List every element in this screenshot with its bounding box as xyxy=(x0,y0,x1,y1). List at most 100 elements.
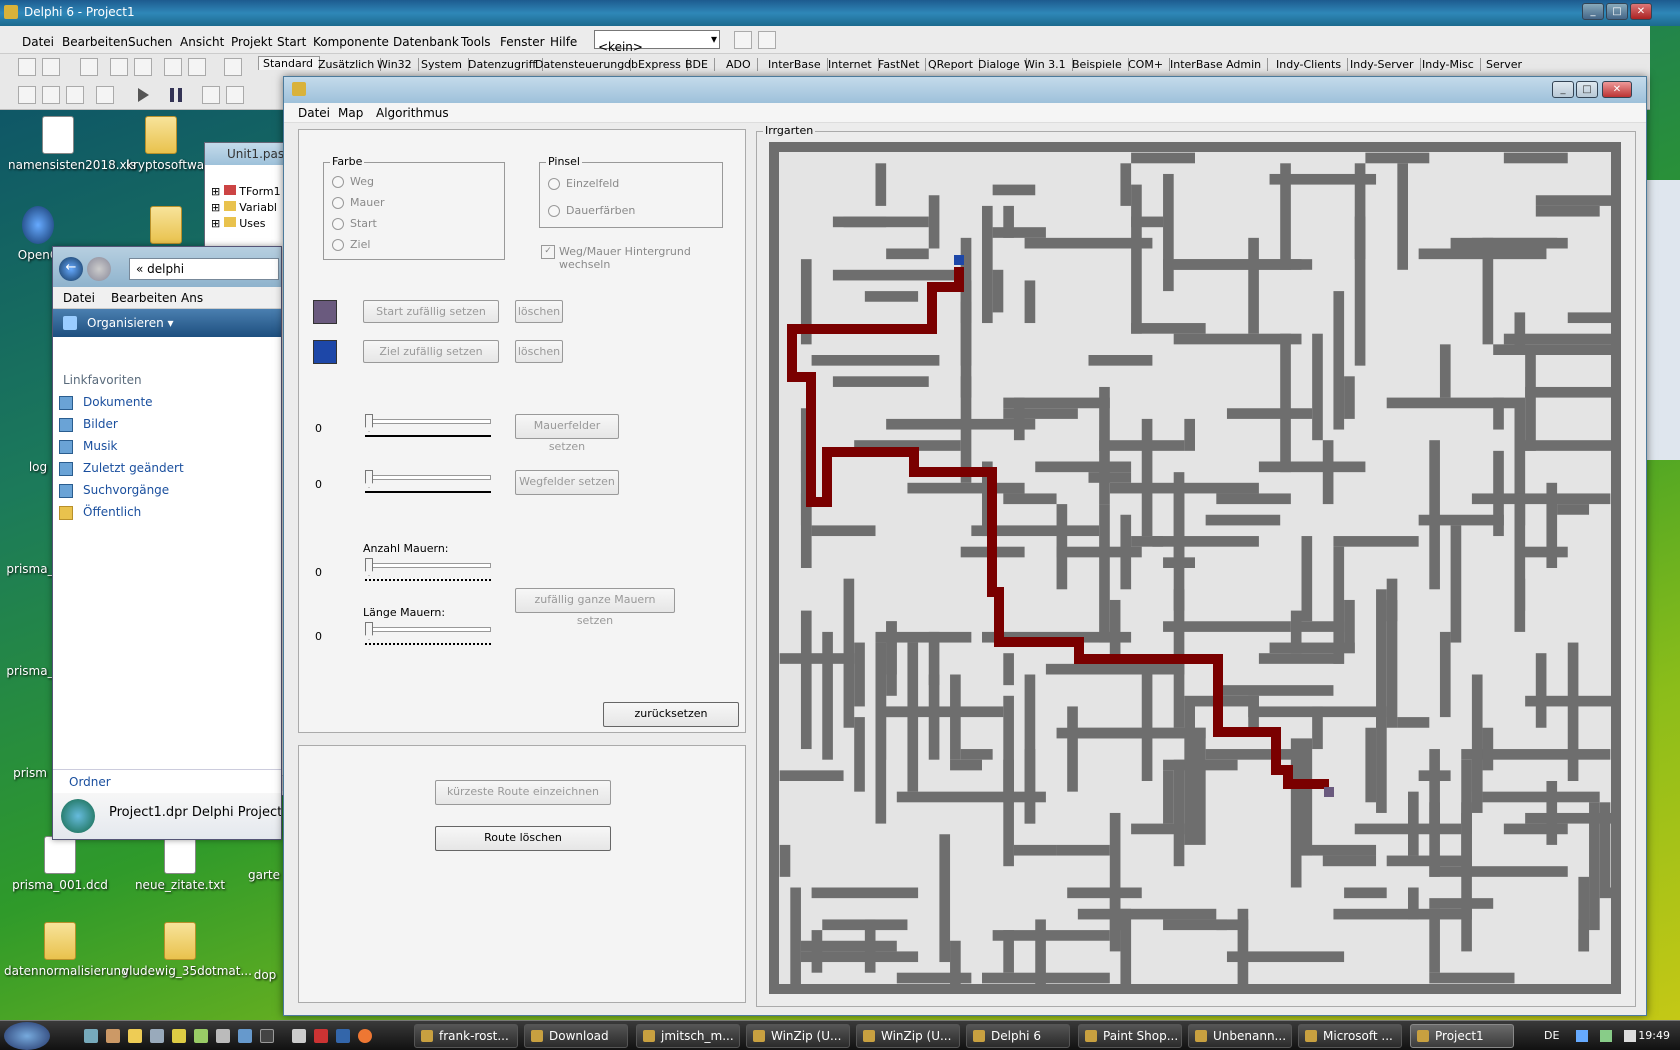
ziel-delete-button[interactable]: löschen xyxy=(515,340,563,363)
new-icon[interactable] xyxy=(18,58,36,76)
maximize-button[interactable]: □ xyxy=(1606,3,1628,20)
menu-bearbeiten[interactable]: Bearbeiten xyxy=(62,35,128,49)
start-random-button[interactable]: Start zufällig setzen xyxy=(363,300,499,323)
taskbar-item-frank[interactable]: frank-rost... xyxy=(414,1024,518,1048)
remove-file-icon[interactable] xyxy=(188,58,206,76)
anzahl-trackbar[interactable] xyxy=(363,558,493,582)
tray-icons[interactable] xyxy=(1576,1030,1636,1042)
desktop-icon-prisma2[interactable]: prisma_ xyxy=(0,664,60,678)
route-delete-button[interactable]: Route löschen xyxy=(435,826,611,851)
taskbar-item-winzip1[interactable]: WinZip (U... xyxy=(746,1024,850,1048)
align2-icon[interactable] xyxy=(758,31,776,49)
link-suchvorgaenge[interactable]: Suchvorgänge xyxy=(59,483,209,498)
tab-dbexpress[interactable]: dbExpress xyxy=(620,58,688,71)
radio-dauerfaerben[interactable]: Dauerfärben xyxy=(548,204,635,217)
radio-weg[interactable]: Weg xyxy=(332,175,374,188)
desktop-icon-zitate[interactable]: neue_zitate.txt xyxy=(130,836,230,892)
taskbar-item-project1[interactable]: Project1 xyxy=(1410,1024,1514,1048)
tab-indy-misc[interactable]: Indy-Misc xyxy=(1418,58,1481,71)
desktop-icon-garte[interactable]: garte xyxy=(244,868,284,882)
language-indicator[interactable]: DE xyxy=(1544,1029,1559,1042)
link-oeffentlich[interactable]: Öffentlich xyxy=(59,505,209,520)
open-icon[interactable] xyxy=(42,58,60,76)
link-bilder[interactable]: Bilder xyxy=(59,417,189,432)
tab-win32[interactable]: Win32 xyxy=(373,58,419,71)
quicklaunch-icon-1[interactable] xyxy=(84,1029,98,1043)
quicklaunch-icon-9[interactable] xyxy=(260,1029,274,1043)
quicklaunch-icon-10[interactable] xyxy=(292,1029,306,1043)
tab-ado[interactable]: ADO xyxy=(722,58,758,71)
tab-bde[interactable]: BDE xyxy=(681,58,715,71)
save-icon[interactable] xyxy=(80,58,98,76)
explorer-menu-bearbeiten[interactable]: Bearbeiten xyxy=(111,291,177,305)
address-bar[interactable]: « delphi xyxy=(129,258,279,280)
ganze-mauern-button[interactable]: zufällig ganze Mauern setzen xyxy=(515,588,675,627)
mauerfelder-button[interactable]: Mauerfelder setzen xyxy=(515,414,619,453)
menu-tools[interactable]: Tools xyxy=(461,35,491,49)
radio-mauer[interactable]: Mauer xyxy=(332,196,385,209)
explorer-menu-datei[interactable]: Datei xyxy=(63,291,95,305)
new-form-icon[interactable] xyxy=(96,86,114,104)
desktop-icon-krypto[interactable]: kryptosoftwa xyxy=(126,116,204,172)
laenge-trackbar[interactable] xyxy=(363,622,493,646)
open-project-icon[interactable] xyxy=(134,58,152,76)
wegfelder-button[interactable]: Wegfelder setzen xyxy=(515,470,619,495)
forward-icon[interactable] xyxy=(87,257,111,281)
desktop-icon-folder2[interactable] xyxy=(146,206,186,248)
menu-projekt[interactable]: Projekt xyxy=(231,35,272,49)
tab-beispiele[interactable]: Beispiele xyxy=(1068,58,1129,71)
quicklaunch-icon-4[interactable] xyxy=(150,1029,164,1043)
start-delete-button[interactable]: löschen xyxy=(515,300,563,323)
run-icon[interactable] xyxy=(138,88,149,102)
pause-icon[interactable] xyxy=(170,88,182,102)
taskbar-item-paintshop[interactable]: Paint Shop... xyxy=(1078,1024,1182,1048)
desktop-icon-dop[interactable]: dop xyxy=(248,968,282,982)
help-icon[interactable] xyxy=(224,58,242,76)
menu-datei[interactable]: Datei xyxy=(22,35,54,49)
ziel-random-button[interactable]: Ziel zufällig setzen xyxy=(363,340,499,363)
view-form-icon[interactable] xyxy=(42,86,60,104)
quicklaunch-icon-6[interactable] xyxy=(194,1029,208,1043)
trackbar-thumb[interactable] xyxy=(365,622,373,640)
taskbar-item-download[interactable]: Download xyxy=(524,1024,628,1048)
save-all-icon[interactable] xyxy=(110,58,128,76)
route-draw-button[interactable]: kürzeste Route einzeichnen xyxy=(435,780,611,805)
minimize-button[interactable]: _ xyxy=(1582,3,1604,20)
tree-item-uses[interactable]: ⊞ Uses xyxy=(211,217,266,230)
radio-einzelfeld[interactable]: Einzelfeld xyxy=(548,177,619,190)
taskbar-item-delphi[interactable]: Delphi 6 xyxy=(966,1024,1070,1048)
quicklaunch-icon-2[interactable] xyxy=(106,1029,120,1043)
tab-qreport[interactable]: QReport xyxy=(924,58,981,71)
desktop-icon-datennorm[interactable]: datennormalisierung xyxy=(4,922,129,978)
folders-toggle[interactable]: Ordner xyxy=(53,769,281,793)
radio-ziel[interactable]: Ziel xyxy=(332,238,370,251)
desktop-icon-prisma3[interactable]: prism xyxy=(0,766,60,780)
link-zuletzt[interactable]: Zuletzt geändert xyxy=(59,461,209,476)
radio-start[interactable]: Start xyxy=(332,217,377,230)
quicklaunch-icon-13[interactable] xyxy=(358,1029,372,1043)
taskbar-item-microsoft[interactable]: Microsoft ... xyxy=(1298,1024,1402,1048)
trackbar-thumb[interactable] xyxy=(365,470,373,488)
tab-interbase[interactable]: InterBase xyxy=(764,58,828,71)
mauer-trackbar[interactable] xyxy=(363,414,493,438)
tab-system[interactable]: System xyxy=(417,58,470,71)
add-file-icon[interactable] xyxy=(164,58,182,76)
taskbar-item-unbenannt[interactable]: Unbenann... xyxy=(1188,1024,1292,1048)
step-icon[interactable] xyxy=(226,86,244,104)
menu-fenster[interactable]: Fenster xyxy=(500,35,545,49)
form-close-button[interactable]: ✕ xyxy=(1602,81,1632,98)
organize-button[interactable]: Organisieren ▾ xyxy=(53,309,281,337)
menu-hilfe[interactable]: Hilfe xyxy=(550,35,577,49)
menu-ansicht[interactable]: Ansicht xyxy=(180,35,224,49)
quicklaunch-icon-11[interactable] xyxy=(314,1029,328,1043)
taskbar-item-winzip2[interactable]: WinZip (U... xyxy=(856,1024,960,1048)
back-icon[interactable]: ← xyxy=(59,257,83,281)
component-combo[interactable]: <kein> ▾ xyxy=(594,30,720,54)
desktop-icon-prisma001[interactable]: prisma_001.dcd xyxy=(10,836,110,892)
form-maximize-button[interactable]: □ xyxy=(1576,81,1598,98)
weg-trackbar[interactable] xyxy=(363,470,493,494)
toggle-form-icon[interactable] xyxy=(66,86,84,104)
form-minimize-button[interactable]: _ xyxy=(1552,81,1574,98)
start-button[interactable] xyxy=(4,1022,50,1050)
tab-zusaetzlich[interactable]: Zusätzlich xyxy=(314,58,382,71)
